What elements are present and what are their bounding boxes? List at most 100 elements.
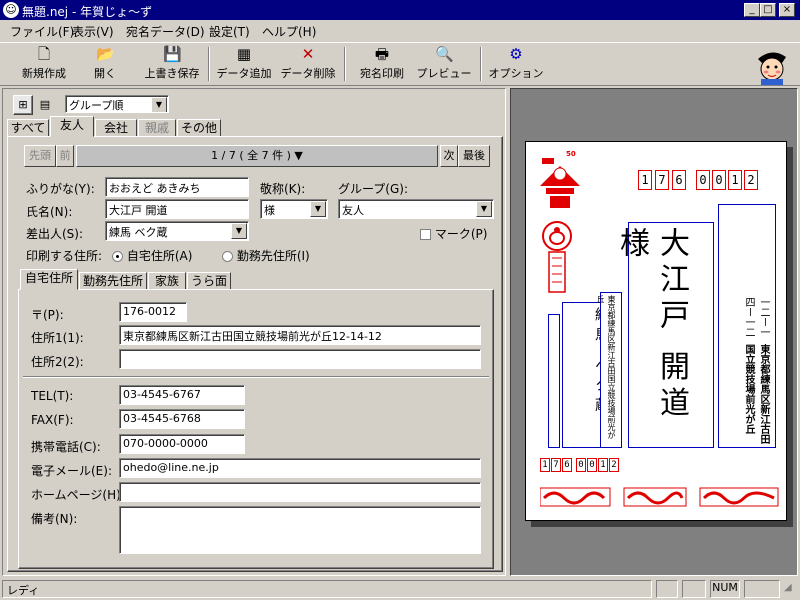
postcard: 50 1 7 6 0 0 1 2 東京都練馬区新江古田国立競技場前光が丘 一二ー… xyxy=(525,141,787,521)
homepage-input[interactable] xyxy=(119,482,481,502)
delete-x-icon: ✕ xyxy=(301,45,315,63)
status-panel xyxy=(682,580,706,598)
print-address-button[interactable]: 🖶 宛名印刷 xyxy=(352,45,412,85)
num-lock-indicator: NUM xyxy=(710,580,740,598)
stamp-value: 50 xyxy=(566,150,576,158)
printer-icon: 🖶 xyxy=(374,45,390,63)
zip-digit: 1 xyxy=(728,170,742,190)
home-address-radio[interactable]: 自宅住所(A) xyxy=(112,247,192,264)
tab-family[interactable]: 家族 xyxy=(148,272,186,290)
title-bar: ☺ 無題.nej - 年賀じょ〜ず _ □ × xyxy=(0,0,800,20)
tab-back-side[interactable]: うら面 xyxy=(187,272,231,290)
first-record-button[interactable]: 先頭 xyxy=(24,145,56,167)
tab-friends[interactable]: 友人 xyxy=(50,116,94,137)
record-panel: 先頭 前 1 / 7 ( 全 7 件 ) ▼ 次 最後 ふりがな(Y): おおえ… xyxy=(7,136,503,572)
menu-address-data[interactable]: 宛名データ(D) xyxy=(126,23,205,40)
recipient-name: 大江戸 開道 様 xyxy=(614,222,714,448)
zip-digit: 7 xyxy=(655,170,669,190)
mascot-icon xyxy=(752,45,792,85)
menu-view[interactable]: 表示(V) xyxy=(72,23,114,40)
chevron-down-icon[interactable]: ▼ xyxy=(310,201,326,217)
status-panel xyxy=(744,580,780,598)
radio-unselected xyxy=(222,251,233,262)
address2-input[interactable] xyxy=(119,349,481,369)
honorific-label: 敬称(K): xyxy=(260,182,306,196)
maximize-button[interactable]: □ xyxy=(760,3,776,17)
chevron-down-icon[interactable]: ▼ xyxy=(231,223,247,239)
stamp-icon xyxy=(538,156,582,210)
tab-other[interactable]: その他 xyxy=(177,119,221,137)
minimize-button[interactable]: _ xyxy=(744,3,760,17)
divider xyxy=(23,376,489,378)
sender-select[interactable]: 練馬 ベク蔵 ▼ xyxy=(105,221,249,241)
postmark-icon xyxy=(540,216,574,296)
tab-relatives[interactable]: 親戚 xyxy=(138,119,176,137)
furigana-input[interactable]: おおえど あきみち xyxy=(105,177,249,197)
record-position-button[interactable]: 1 / 7 ( 全 7 件 ) ▼ xyxy=(76,145,438,167)
left-pane: ⊞ ▤ グループ順 ▼ すべて 友人 会社 親戚 その他 先頭 前 1 / 7 (… xyxy=(2,88,506,576)
address2-label: 住所2(2): xyxy=(31,355,84,369)
toolbar-separator xyxy=(208,47,210,81)
status-panel xyxy=(656,580,678,598)
new-button[interactable]: 🗋 新規作成 xyxy=(14,45,74,85)
open-button[interactable]: 📂 開く xyxy=(80,45,130,85)
add-card-icon: ▦ xyxy=(236,45,252,63)
tab-all[interactable]: すべて xyxy=(7,119,49,137)
honorific-select[interactable]: 様 ▼ xyxy=(260,199,328,219)
folder-open-icon: 📂 xyxy=(96,45,115,63)
tel-label: TEL(T): xyxy=(31,389,74,403)
toolbar-separator xyxy=(480,47,482,81)
zip-input[interactable]: 176-0012 xyxy=(119,302,187,322)
add-data-button[interactable]: ▦ データ追加 xyxy=(214,45,274,85)
tab-home-address[interactable]: 自宅住所 xyxy=(20,269,78,290)
app-icon[interactable]: ☺ xyxy=(3,2,19,18)
zip-digit: 0 xyxy=(576,458,586,472)
notes-textarea[interactable] xyxy=(119,506,481,554)
close-button[interactable]: × xyxy=(779,3,795,17)
fax-input[interactable]: 03-4545-6768 xyxy=(119,409,245,429)
group-select[interactable]: 友人 ▼ xyxy=(338,199,494,219)
sender-address: 東京都練馬区新江古田国立競技場前光が丘 xyxy=(596,292,622,448)
email-label: 電子メール(E): xyxy=(31,464,112,478)
zip-digit: 1 xyxy=(598,458,608,472)
chevron-down-icon[interactable]: ▼ xyxy=(476,201,492,217)
new-document-icon: 🗋 xyxy=(37,45,51,63)
list-view-button[interactable]: ▤ xyxy=(35,95,55,115)
tab-company[interactable]: 会社 xyxy=(95,119,137,137)
zip-label: 〒(P): xyxy=(31,308,64,322)
tab-work-address[interactable]: 勤務先住所 xyxy=(79,272,147,290)
zip-digit: 7 xyxy=(551,458,561,472)
menu-help[interactable]: ヘルプ(H) xyxy=(262,23,316,40)
last-record-button[interactable]: 最後 xyxy=(458,145,490,167)
window-title: 無題.nej - 年賀じょ〜ず xyxy=(22,5,153,19)
address1-input[interactable]: 東京都練馬区新江古田国立競技場前光が丘12-14-12 xyxy=(119,325,481,345)
delete-data-button[interactable]: ✕ データ削除 xyxy=(278,45,338,85)
status-text: レディ xyxy=(2,580,652,598)
chevron-down-icon[interactable]: ▼ xyxy=(151,97,167,112)
next-record-button[interactable]: 次 xyxy=(440,145,458,167)
preview-button[interactable]: 🔍 プレビュー xyxy=(416,45,472,85)
prev-record-button[interactable]: 前 xyxy=(56,145,74,167)
name-input[interactable]: 大江戸 開道 xyxy=(105,199,249,219)
resize-grip[interactable]: ◢ xyxy=(784,582,798,598)
fax-label: FAX(F): xyxy=(31,413,74,427)
status-bar: レディ NUM ◢ xyxy=(0,578,800,600)
zip-digit: 0 xyxy=(587,458,597,472)
preview-icon: 🔍 xyxy=(435,45,454,63)
menu-file[interactable]: ファイル(F) xyxy=(10,23,74,40)
menu-settings[interactable]: 設定(T) xyxy=(209,23,250,40)
tel-input[interactable]: 03-4545-6767 xyxy=(119,385,245,405)
mobile-input[interactable]: 070-0000-0000 xyxy=(119,434,245,454)
email-input[interactable]: ohedo@line.ne.jp xyxy=(119,458,481,478)
grid-view-button[interactable]: ⊞ xyxy=(13,95,33,115)
mark-checkbox[interactable]: マーク(P) xyxy=(420,225,487,242)
work-address-radio[interactable]: 勤務先住所(I) xyxy=(222,247,310,264)
save-button[interactable]: 💾 上書き保存 xyxy=(140,45,204,85)
zip-digit: 0 xyxy=(712,170,726,190)
zip-digit: 2 xyxy=(609,458,619,472)
name-label: 氏名(N): xyxy=(26,205,73,219)
options-button[interactable]: ⚙ オプション xyxy=(488,45,544,85)
sort-select[interactable]: グループ順 ▼ xyxy=(65,95,169,113)
recipient-address: 東京都練馬区新江古田国立競技場前光が丘 一二ー一四ー一二 xyxy=(718,204,776,448)
zip-digit: 1 xyxy=(638,170,652,190)
